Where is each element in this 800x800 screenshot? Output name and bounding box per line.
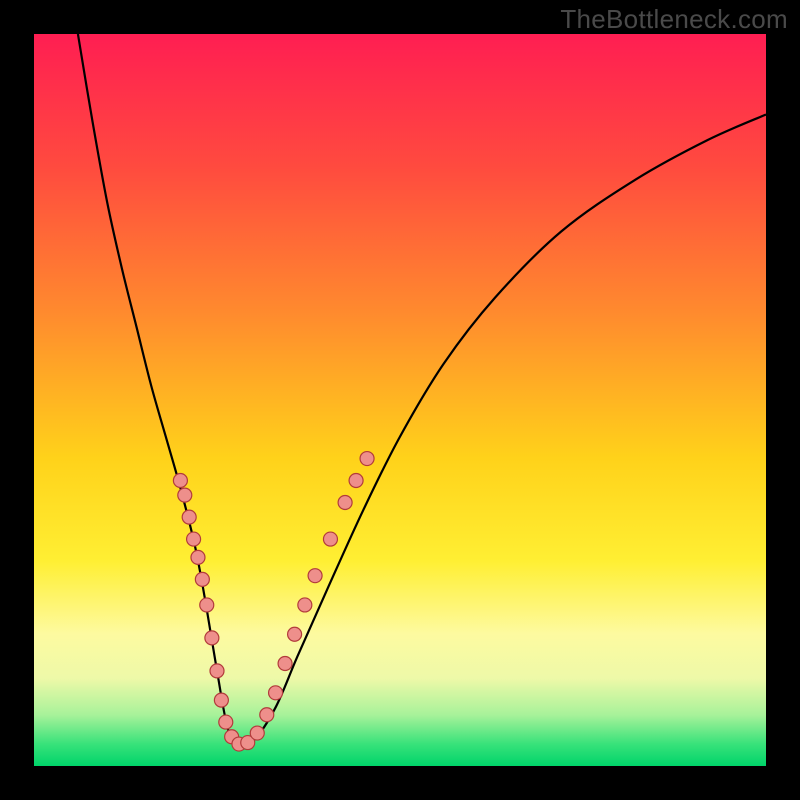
data-marker — [260, 708, 274, 722]
data-marker — [308, 569, 322, 583]
data-marker — [173, 474, 187, 488]
chart-plot-area — [34, 34, 766, 766]
data-marker — [214, 693, 228, 707]
data-marker — [210, 664, 224, 678]
chart-svg — [34, 34, 766, 766]
data-marker — [191, 550, 205, 564]
data-marker — [219, 715, 233, 729]
watermark-text: TheBottleneck.com — [560, 4, 788, 35]
data-marker — [269, 686, 283, 700]
series-markers — [173, 452, 374, 751]
data-marker — [187, 532, 201, 546]
data-marker — [323, 532, 337, 546]
data-marker — [200, 598, 214, 612]
data-marker — [360, 452, 374, 466]
data-marker — [338, 495, 352, 509]
data-marker — [195, 572, 209, 586]
data-marker — [205, 631, 219, 645]
data-marker — [298, 598, 312, 612]
chart-frame: TheBottleneck.com — [0, 0, 800, 800]
data-marker — [182, 510, 196, 524]
data-marker — [349, 474, 363, 488]
data-marker — [278, 657, 292, 671]
bottleneck-curve — [78, 34, 766, 745]
data-marker — [250, 726, 264, 740]
data-marker — [288, 627, 302, 641]
data-marker — [178, 488, 192, 502]
